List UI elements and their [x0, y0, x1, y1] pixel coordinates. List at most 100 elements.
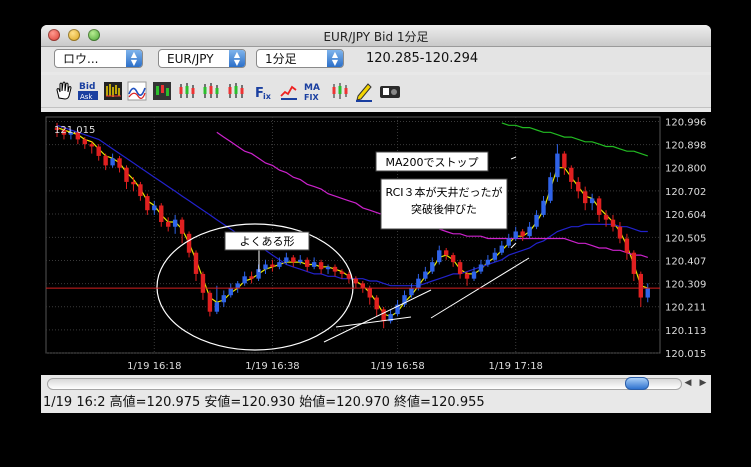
candle-body — [82, 139, 87, 145]
scroll-thumb[interactable] — [625, 377, 649, 390]
candle-body — [117, 158, 122, 168]
line-icon[interactable] — [127, 80, 147, 102]
svg-text:MA: MA — [304, 83, 320, 93]
candle-body — [430, 262, 435, 272]
candle-body — [318, 262, 324, 270]
y-tick-label: 120.113 — [665, 326, 706, 337]
candle-body — [381, 309, 386, 322]
y-tick-label: 120.702 — [665, 187, 706, 198]
candle-body — [513, 231, 518, 239]
candle-body — [284, 257, 289, 263]
candle-body — [159, 205, 164, 223]
y-tick-label: 120.505 — [665, 233, 706, 244]
annotation-line: RCI３本が天井だったが — [385, 185, 502, 199]
y-tick-label: 120.015 — [665, 349, 706, 360]
svg-text:ix: ix — [263, 92, 272, 101]
y-axis: 120.996 120.898 120.800 120.702 120.604 120.5… — [665, 117, 706, 360]
x-tick-label: 1/19 16:18 — [127, 361, 181, 372]
candle-body — [450, 255, 456, 263]
window-title: EUR/JPY Bid 1分足 — [323, 30, 429, 44]
candle-body — [353, 278, 359, 284]
candle-body — [645, 288, 650, 298]
currency-pair-value: EUR/JPY — [167, 52, 214, 66]
candle-body — [152, 205, 157, 211]
scroll-right-icon[interactable]: ▶ — [696, 377, 710, 389]
title-bar: EUR/JPY Bid 1分足 — [41, 25, 711, 47]
camera-icon[interactable] — [379, 80, 400, 102]
candle-body — [603, 214, 609, 220]
candle-body — [541, 200, 546, 215]
horizontal-scrollbar[interactable]: ◀ ▶ — [41, 375, 711, 392]
candle-body — [499, 245, 504, 253]
ma-fix-icon[interactable]: MA FIX — [303, 80, 323, 102]
scroll-track[interactable] — [47, 378, 682, 390]
candles-icon[interactable] — [152, 80, 172, 102]
bid-ask-icon[interactable]: Bid Ask — [77, 80, 98, 102]
sub-chart-icon[interactable] — [331, 80, 351, 102]
candles-4-icon[interactable] — [226, 80, 246, 102]
candle-body — [596, 198, 602, 215]
scroll-left-icon[interactable]: ◀ — [681, 377, 695, 389]
candle-body — [457, 262, 463, 274]
candle-body — [166, 222, 171, 227]
candle-body — [631, 252, 637, 274]
candles-2-icon[interactable] — [177, 80, 197, 102]
price-range: 120.285-120.294 — [366, 51, 479, 66]
candle-body — [555, 153, 560, 178]
candle-body — [103, 155, 108, 166]
candle-body — [562, 153, 567, 168]
candle-body — [409, 288, 414, 296]
price-chart[interactable]: 120.996 120.898 120.800 120.702 120.604 120.5… — [41, 112, 711, 375]
candle-body — [617, 226, 623, 239]
candle-body — [624, 238, 630, 253]
x-tick-label: 1/19 17:18 — [488, 361, 542, 372]
fix-icon[interactable]: Fix — [254, 80, 274, 102]
candle-body — [548, 177, 553, 201]
candle-body — [311, 262, 317, 267]
candle-body — [332, 266, 338, 272]
annotation-text: MA200でストップ — [385, 156, 478, 169]
annotation-rci: RCI３本が天井だったが突破後伸びた — [380, 178, 508, 230]
y-tick-label: 120.800 — [665, 164, 706, 175]
bars-icon[interactable] — [103, 80, 123, 102]
hand-icon[interactable] — [53, 80, 73, 102]
candle-body — [242, 276, 247, 284]
ma-line — [501, 122, 648, 157]
chart-area[interactable]: 120.996 120.898 120.800 120.702 120.604 120.5… — [41, 112, 711, 375]
candles-3-icon[interactable] — [201, 80, 221, 102]
status-bar: 1/19 16:2 高値=120.975 安値=120.930 始値=120.9… — [41, 393, 711, 413]
timeframe-select[interactable]: 1分足 ▲ ▼ — [256, 49, 344, 68]
candle-body — [589, 198, 595, 204]
candle-body — [492, 252, 498, 260]
candle-body — [346, 273, 352, 279]
candle-body — [305, 259, 310, 267]
y-tick-label: 120.996 — [665, 117, 706, 128]
candle-body — [506, 238, 511, 246]
candle-body — [520, 231, 525, 237]
corner-price-label: 121.015 — [54, 125, 95, 136]
candle-series — [54, 122, 650, 329]
candle-body — [416, 278, 421, 289]
candle-body — [610, 219, 616, 227]
candle-body — [360, 283, 365, 289]
chevron-updown-icon: ▲ ▼ — [126, 50, 142, 67]
candle-body — [235, 283, 240, 289]
candle-body — [298, 259, 303, 263]
trendline-3[interactable] — [335, 316, 412, 328]
candle-body — [145, 196, 150, 211]
candle-body — [444, 250, 449, 256]
candle-body — [534, 214, 539, 227]
candle-body — [228, 288, 233, 296]
currency-pair-select[interactable]: EUR/JPY ▲ ▼ — [158, 49, 246, 68]
candle-body — [291, 257, 296, 263]
chart-window: EUR/JPY Bid 1分足 ロウ... ▲ ▼ EUR/JPY ▲ ▼ 1分足 … — [41, 25, 711, 413]
plot-frame — [45, 116, 661, 354]
candle-body — [339, 271, 345, 274]
candle-body — [172, 219, 178, 227]
chart-line-icon[interactable] — [279, 80, 299, 102]
candle-body — [110, 158, 115, 166]
candle-body — [89, 144, 94, 147]
chart-type-select[interactable]: ロウ... ▲ ▼ — [54, 49, 143, 68]
pen-icon[interactable] — [354, 80, 374, 102]
annotation-yokuaru: よくある形 — [224, 231, 310, 251]
